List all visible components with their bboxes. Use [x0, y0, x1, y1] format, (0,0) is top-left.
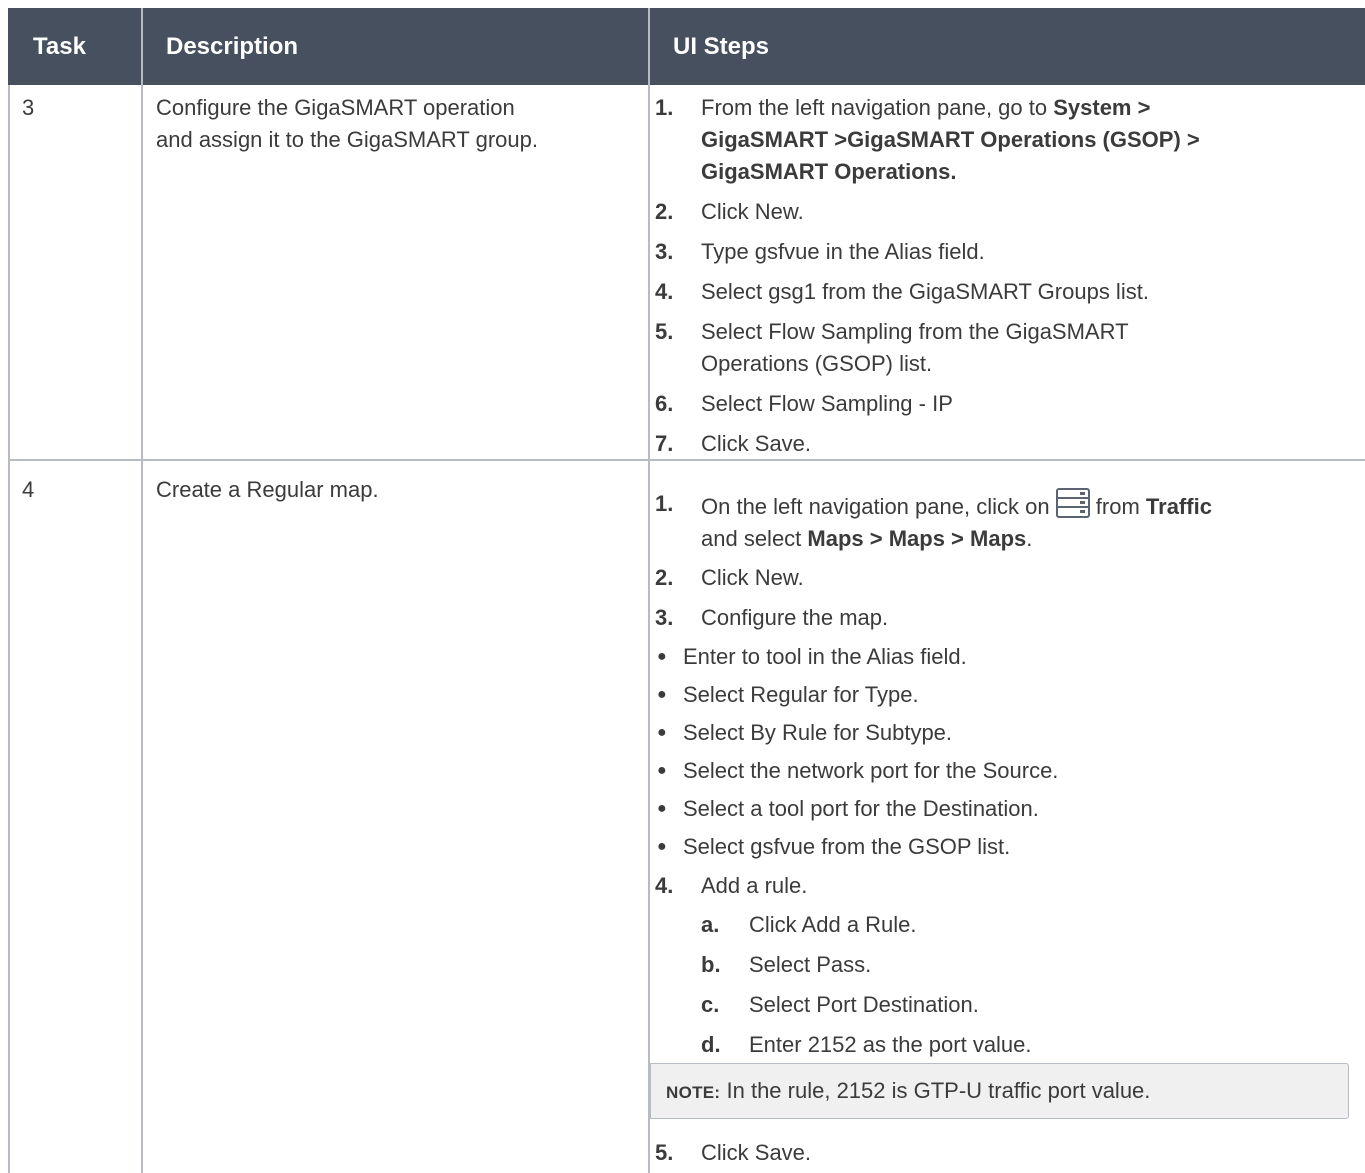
step-number: 3. — [655, 239, 674, 264]
substep-text: Click Add a Rule. — [749, 912, 917, 937]
note-text: In the rule, 2152 is GTP-U traffic port … — [720, 1078, 1151, 1103]
bullet-icon: ● — [657, 838, 667, 855]
step-text: Click New. — [701, 199, 804, 224]
step-text-part: and select — [701, 526, 808, 551]
step-number: 1. — [655, 491, 674, 516]
step-text: Add a rule. — [701, 873, 808, 898]
bullet-text: Select By Rule for Subtype. — [683, 720, 953, 745]
task-description: Create a Regular map. — [156, 477, 379, 502]
bullet-icon: ● — [657, 724, 667, 741]
bullet-text: Select a tool port for the Destination. — [683, 796, 1039, 821]
bullet-text: Select gsfvue from the GSOP list. — [683, 834, 1011, 859]
step-number: 2. — [655, 565, 674, 590]
description-line: Configure the GigaSMART operation — [156, 95, 515, 120]
step-text-bold: Traffic — [1145, 494, 1212, 519]
bullet-icon: ● — [657, 686, 667, 703]
header-description: Description — [166, 33, 299, 60]
step-text-part: From the left navigation pane, go to — [701, 95, 1054, 120]
bullet-text: Select the network port for the Source. — [683, 758, 1059, 783]
column-divider-1 — [141, 8, 143, 1173]
note-box: NOTE: In the rule, 2152 is GTP-U traffic… — [648, 1063, 1349, 1119]
step-text-bold: System > — [1053, 95, 1151, 120]
substep-text: Enter 2152 as the port value. — [749, 1032, 1032, 1057]
step-number: 4. — [655, 279, 674, 304]
step-text: Click Save. — [701, 431, 812, 456]
step-number: 3. — [655, 605, 674, 630]
substep-letter: c. — [701, 992, 720, 1017]
substep-letter: d. — [701, 1032, 721, 1057]
step-text-part: from — [1089, 494, 1146, 519]
step-text: Click Save. — [701, 1140, 812, 1165]
task-number: 3 — [22, 95, 35, 120]
step-text-bold: GigaSMART Operations. — [701, 159, 957, 184]
step-number: 6. — [655, 391, 674, 416]
step-text-bold: Maps > Maps > Maps — [807, 526, 1027, 551]
description-line: and assign it to the GigaSMART group. — [156, 127, 538, 152]
step-number: 4. — [655, 873, 674, 898]
step-number: 5. — [655, 319, 674, 344]
bullet-text: Select Regular for Type. — [683, 682, 919, 707]
task-description: Configure the GigaSMART operation and as… — [156, 92, 538, 156]
table-border-left — [8, 85, 10, 1173]
step-text-part: On the left navigation pane, click on — [701, 494, 1056, 519]
header-task: Task — [33, 33, 86, 60]
task-number: 4 — [22, 477, 35, 502]
step-text: On the left navigation pane, click on fr… — [701, 488, 1345, 555]
step-text: From the left navigation pane, go to Sys… — [701, 92, 1345, 188]
step-text: Select gsg1 from the GigaSMART Groups li… — [701, 279, 1149, 304]
step-text-bold: GigaSMART >GigaSMART Operations (GSOP) > — [701, 127, 1200, 152]
step-text: Click New. — [701, 565, 804, 590]
bullet-icon: ● — [657, 800, 667, 817]
step-text: Configure the map. — [701, 605, 889, 630]
step-number: 7. — [655, 431, 674, 456]
step-text: Select Flow Sampling from the GigaSMART O… — [701, 316, 1345, 380]
step-number: 2. — [655, 199, 674, 224]
note-label: NOTE: — [666, 1083, 721, 1102]
column-divider-2 — [648, 8, 650, 1173]
step-number: 1. — [655, 95, 674, 120]
table-header: Task Description UI Steps — [8, 8, 1365, 85]
step-number: 5. — [655, 1140, 674, 1165]
bullet-icon: ● — [657, 648, 667, 665]
step-text-part: Operations (GSOP) list. — [701, 351, 933, 376]
substep-letter: a. — [701, 912, 720, 937]
bullet-icon: ● — [657, 762, 667, 779]
step-text: Select Flow Sampling - IP — [701, 391, 953, 416]
server-list-icon — [1055, 488, 1090, 518]
bullet-text: Enter to tool in the Alias field. — [683, 644, 967, 669]
step-text: Type gsfvue in the Alias field. — [701, 239, 985, 264]
header-ui-steps: UI Steps — [673, 33, 770, 60]
substep-text: Select Pass. — [749, 952, 872, 977]
step-text-part: Select Flow Sampling from the GigaSMART — [701, 319, 1129, 344]
substep-letter: b. — [701, 952, 721, 977]
substep-text: Select Port Destination. — [749, 992, 979, 1017]
step-text-part: . — [1026, 526, 1033, 551]
